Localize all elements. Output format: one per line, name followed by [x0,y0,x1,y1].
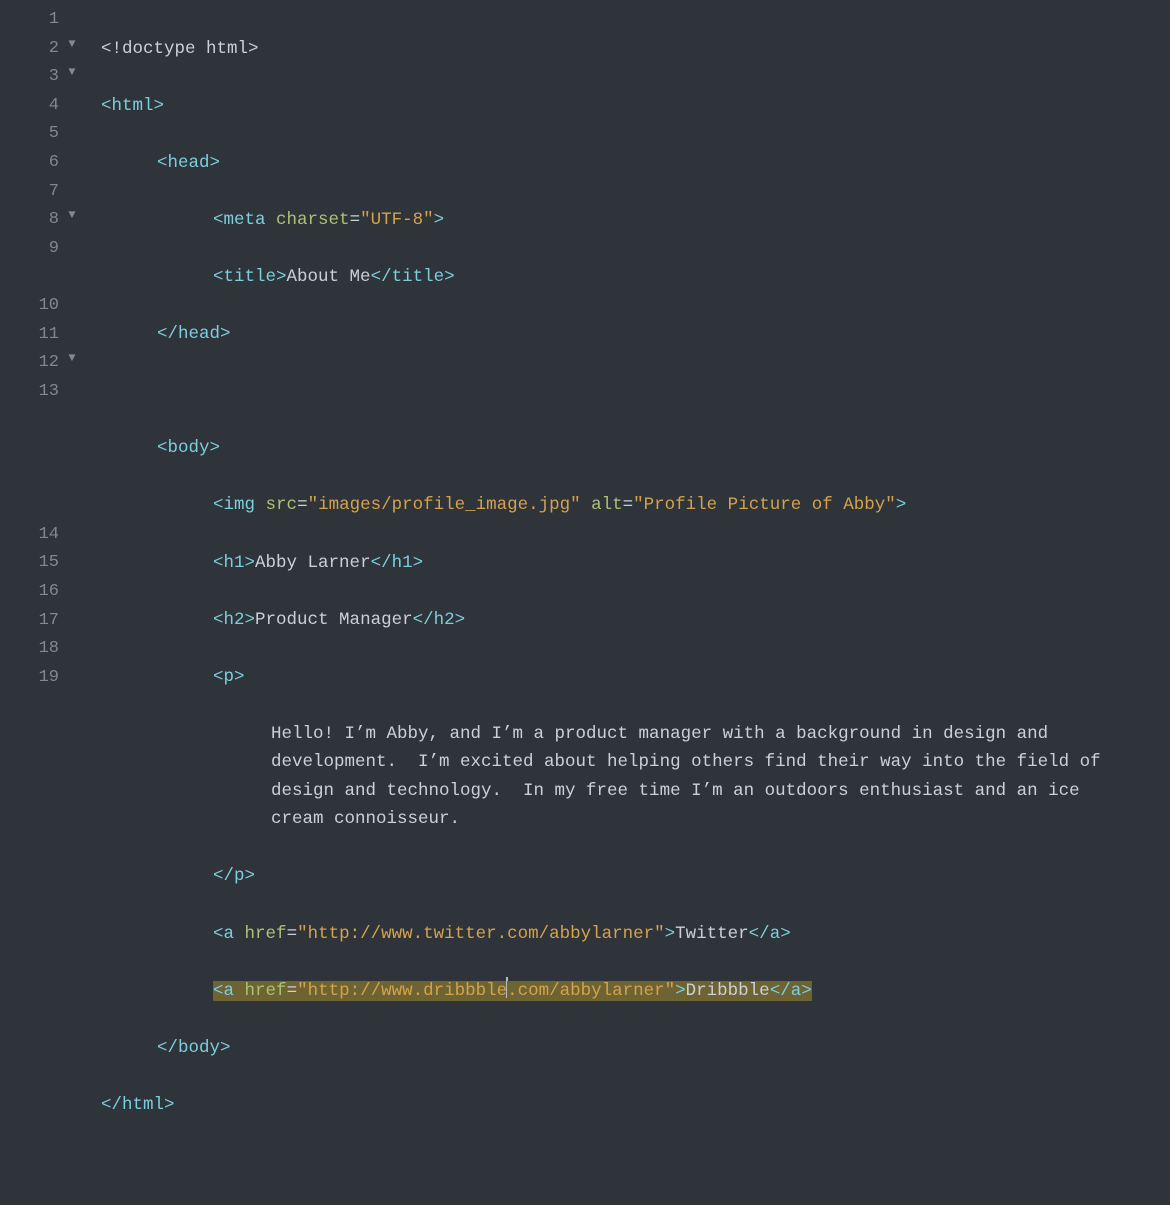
gutter-row[interactable]: 2▼ [0,35,85,64]
line-number: 2 [49,35,65,63]
code-line: </p> [101,862,1161,891]
code-line [101,1148,1161,1177]
selection-highlight: .com/abbylarner">Dribbble</a> [507,981,812,1001]
gutter-row[interactable]: 16 [0,578,85,607]
gutter-row[interactable]: 6 [0,149,85,178]
code-line: <head> [101,149,1161,178]
gutter-row[interactable]: 1 [0,6,85,35]
fold-icon[interactable]: ▼ [65,349,79,369]
gutter-row[interactable]: 15 [0,549,85,578]
line-number: 18 [39,635,65,663]
gutter-row[interactable]: 14 [0,521,85,550]
code-line: </head> [101,320,1161,349]
gutter-row[interactable]: 9 [0,235,85,292]
gutter-row[interactable]: 7 [0,178,85,207]
line-number: 14 [39,521,65,549]
code-line: <img src="images/profile_image.jpg" alt=… [101,491,1041,520]
code-line: </html> [101,1091,1161,1120]
gutter-row[interactable]: 13 [0,378,85,521]
code-line: <h1>Abby Larner</h1> [101,549,1161,578]
code-line: <a href="http://www.twitter.com/abbylarn… [101,920,1161,949]
editor-area[interactable]: <!doctype html> <html> <head> <meta char… [85,0,1170,746]
code-line: <html> [101,92,1161,121]
code-line: Hello! I’m Abby, and I’m a product manag… [101,720,1106,834]
gutter-row[interactable]: 17 [0,607,85,636]
fold-icon[interactable]: ▼ [65,63,79,83]
code-line: <p> [101,663,1161,692]
line-number: 15 [39,549,65,577]
line-number: 8 [49,206,65,234]
fold-icon[interactable]: ▼ [65,206,79,226]
gutter-row[interactable]: 19 [0,664,85,693]
gutter-row[interactable]: 4 [0,92,85,121]
line-number: 19 [39,664,65,692]
gutter: 1 2▼ 3▼ 4 5 6 7 8▼ 9 10 11 12▼ 13 14 15 … [0,0,85,746]
selection-highlight: <a href="http://www.dribbble [213,981,507,1001]
fold-icon[interactable]: ▼ [65,35,79,55]
code-line: <meta charset="UTF-8"> [101,206,1161,235]
code-line: </body> [101,1034,1161,1063]
line-number: 13 [39,378,65,406]
line-number: 7 [49,178,65,206]
gutter-row[interactable]: 18 [0,635,85,664]
line-number: 16 [39,578,65,606]
line-number: 17 [39,607,65,635]
code-line: <!doctype html> [101,35,1161,64]
code-line [101,377,1161,406]
gutter-row[interactable]: 3▼ [0,63,85,92]
line-number: 3 [49,63,65,91]
code-line: <h2>Product Manager</h2> [101,606,1161,635]
line-number: 11 [39,321,65,349]
gutter-row[interactable]: 5 [0,120,85,149]
code-line: <body> [101,434,1161,463]
paragraph-text: Hello! I’m Abby, and I’m a product manag… [271,724,1111,830]
line-number: 12 [39,349,65,377]
code-line: <a href="http://www.dribbble.com/abbylar… [101,977,1161,1006]
line-number: 9 [49,235,65,263]
gutter-row[interactable]: 11 [0,321,85,350]
gutter-row[interactable]: 12▼ [0,349,85,378]
line-number: 5 [49,120,65,148]
code-line: <title>About Me</title> [101,263,1161,292]
line-number: 6 [49,149,65,177]
gutter-row[interactable]: 8▼ [0,206,85,235]
line-number: 1 [49,6,65,34]
doctype-text: <!doctype html> [101,39,259,59]
gutter-row[interactable]: 10 [0,292,85,321]
line-number: 4 [49,92,65,120]
line-number: 10 [39,292,65,320]
